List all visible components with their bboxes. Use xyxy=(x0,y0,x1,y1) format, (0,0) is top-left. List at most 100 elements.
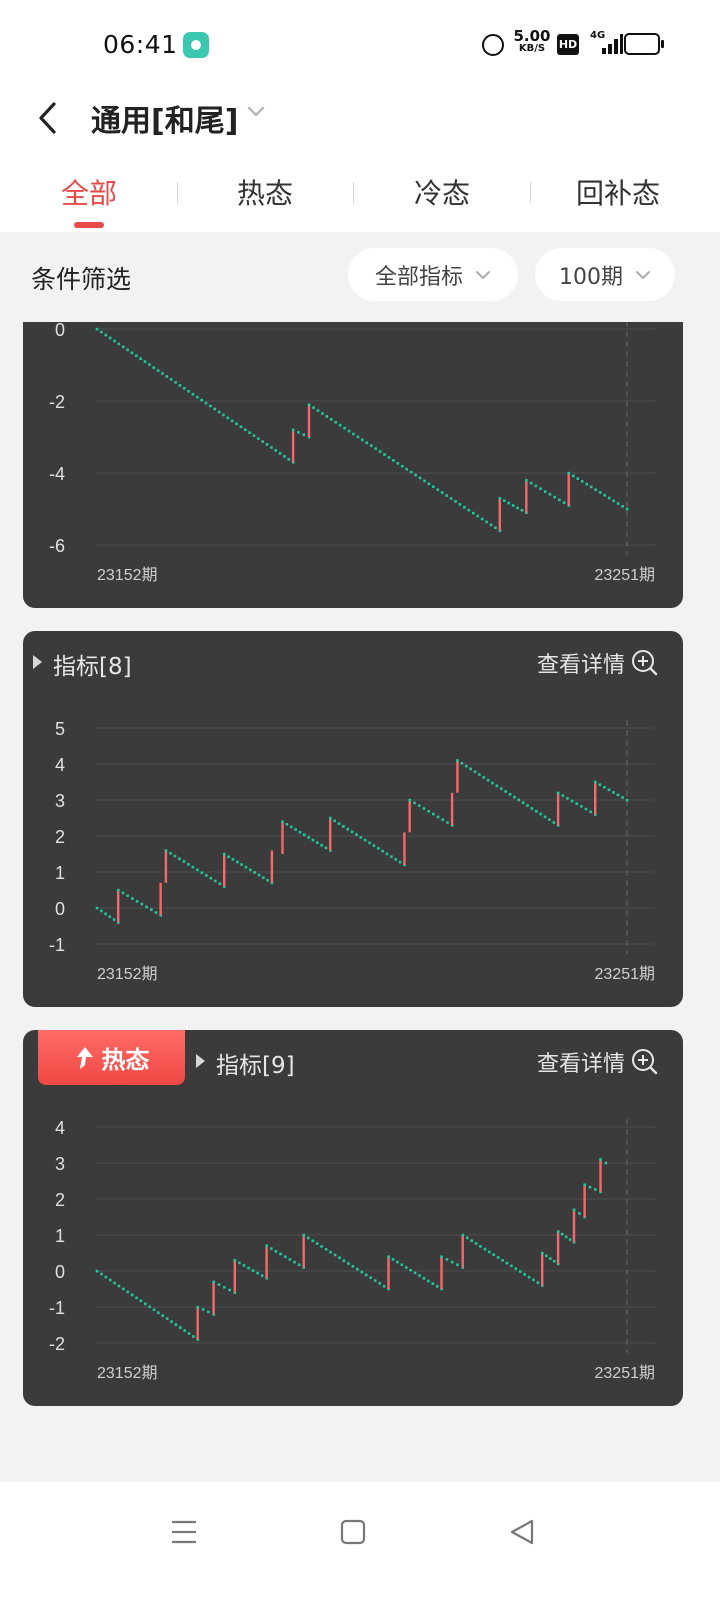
down-dot xyxy=(131,897,134,900)
hd-icon: HD xyxy=(557,34,579,55)
down-dot xyxy=(495,784,499,788)
tab-all[interactable]: 全部 xyxy=(19,172,159,212)
down-dot xyxy=(121,345,125,349)
down-dot xyxy=(95,906,99,910)
y-tick-label: -6 xyxy=(49,536,65,556)
down-dot xyxy=(169,851,172,855)
down-dot xyxy=(212,1280,215,1284)
down-dot xyxy=(494,526,497,530)
down-dot xyxy=(382,1284,386,1288)
down-dot xyxy=(521,801,525,805)
indicator-card[interactable]: 0 -2 -4 -6 23152期 23251期 xyxy=(23,322,683,608)
down-dot xyxy=(473,770,477,774)
down-dot xyxy=(607,788,611,792)
down-dot xyxy=(108,1278,112,1282)
alarm-icon xyxy=(482,34,504,56)
down-dot xyxy=(196,868,199,872)
y-tick-label: 2 xyxy=(55,827,65,847)
down-dot xyxy=(165,1317,169,1320)
chevron-down-icon[interactable] xyxy=(246,104,266,120)
down-dot xyxy=(485,520,488,524)
down-dot xyxy=(209,404,212,408)
down-dot xyxy=(100,909,103,913)
down-dot xyxy=(252,434,256,437)
down-dot xyxy=(262,876,265,879)
down-dot xyxy=(135,900,139,903)
down-dot xyxy=(489,523,493,527)
down-dot xyxy=(368,841,371,845)
down-dot xyxy=(261,440,264,443)
down-dot xyxy=(126,348,129,352)
page-title[interactable]: 通用[和尾] xyxy=(91,96,238,140)
filter-label: 条件筛选 xyxy=(31,265,132,294)
down-dot xyxy=(140,902,144,906)
y-tick-label: 4 xyxy=(55,1118,65,1138)
down-dot xyxy=(285,823,289,826)
down-dot xyxy=(347,429,351,433)
down-dot xyxy=(329,816,332,820)
down-dot xyxy=(104,1275,108,1279)
down-dot xyxy=(306,1236,310,1240)
tab-rebound[interactable]: 回补态 xyxy=(548,172,688,212)
down-dot xyxy=(562,501,566,504)
tab-cold[interactable]: 冷态 xyxy=(372,172,512,212)
back-icon[interactable] xyxy=(502,1512,542,1552)
down-dot xyxy=(514,1267,518,1270)
chevron-down-icon xyxy=(636,270,650,279)
down-dot xyxy=(187,389,190,393)
down-dot xyxy=(248,431,251,434)
down-dot xyxy=(556,1230,560,1233)
chevron-left-icon[interactable] xyxy=(32,98,72,138)
indicator-card[interactable]: 热态 指标[9] 查看详情 4 3 2 1 0 -1 -2 23152期 23251期 xyxy=(23,1030,683,1406)
down-dot xyxy=(260,1274,264,1278)
down-dot xyxy=(436,488,440,491)
y-tick-label: -2 xyxy=(49,392,65,412)
network-type: 4G xyxy=(590,30,606,41)
down-dot xyxy=(387,1255,390,1258)
down-dot xyxy=(154,911,158,914)
down-dot xyxy=(432,485,435,489)
down-dot xyxy=(356,435,360,439)
down-dot xyxy=(230,419,234,423)
down-dot xyxy=(148,1305,151,1309)
down-dot xyxy=(329,418,333,421)
down-dot xyxy=(560,1232,564,1236)
down-dot xyxy=(450,1260,454,1264)
down-dot xyxy=(324,846,328,850)
home-icon[interactable] xyxy=(333,1512,373,1552)
down-dot xyxy=(396,1260,399,1264)
down-dot xyxy=(256,1271,259,1275)
down-dot xyxy=(130,1293,134,1297)
filter-bar: 条件筛选 全部指标 100期 xyxy=(0,246,720,306)
down-dot xyxy=(226,416,230,420)
down-dot xyxy=(302,833,306,837)
down-dot xyxy=(527,1275,531,1279)
down-dot xyxy=(302,433,306,436)
down-dot xyxy=(200,871,204,874)
down-dot xyxy=(342,825,345,828)
menu-icon[interactable] xyxy=(164,1512,204,1552)
period-select[interactable]: 100期 xyxy=(535,248,675,301)
down-dot xyxy=(612,499,615,503)
down-dot xyxy=(499,787,503,790)
down-dot xyxy=(369,1276,373,1280)
down-dot xyxy=(288,1258,292,1261)
down-dot xyxy=(100,1272,103,1276)
down-dot xyxy=(233,1259,237,1262)
down-dot xyxy=(510,1264,513,1268)
down-dot xyxy=(121,891,125,895)
down-dot xyxy=(404,1266,408,1269)
down-dot xyxy=(553,495,556,499)
down-dot xyxy=(191,865,195,869)
tab-hot[interactable]: 热态 xyxy=(195,172,335,212)
indicator-select[interactable]: 全部指标 xyxy=(348,248,518,301)
down-dot xyxy=(570,799,574,803)
down-dot xyxy=(152,366,156,369)
down-dot xyxy=(516,506,519,510)
down-dot xyxy=(541,1251,544,1255)
down-dot xyxy=(583,1183,586,1186)
down-dot xyxy=(588,1185,592,1189)
indicator-card[interactable]: 指标[8] 查看详情 5 4 3 2 1 0 -1 23152期 23251期 xyxy=(23,631,683,1007)
down-dot xyxy=(445,1258,449,1261)
down-dot xyxy=(423,479,426,483)
